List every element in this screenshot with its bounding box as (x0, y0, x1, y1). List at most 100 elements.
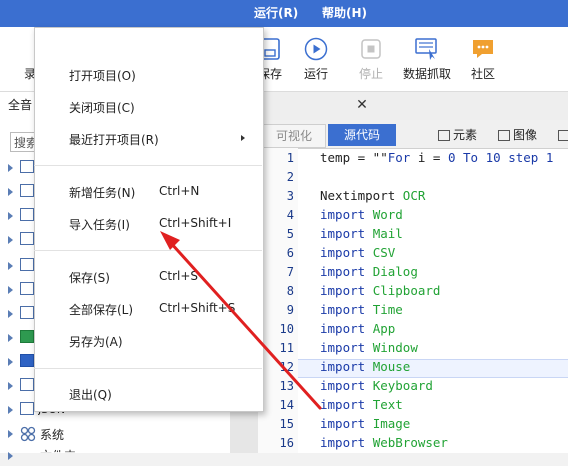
menu-separator (34, 250, 262, 251)
menu-item-close-project[interactable]: 关闭项目(C) (34, 93, 262, 121)
menu-item-import-task[interactable]: 导入任务(I) Ctrl+Shift+I (34, 210, 262, 238)
image-label: 图像 (513, 128, 538, 142)
code-keyword: import (320, 283, 366, 298)
code-line[interactable]: temp = ""For i = 0 To 10 step 1 (320, 150, 553, 165)
element-button[interactable]: 元素 (438, 124, 477, 146)
line-number: 1 (286, 151, 294, 165)
expand-arrow-icon[interactable] (8, 358, 13, 366)
code-line[interactable]: import Dialog (320, 264, 418, 279)
line-number: 7 (286, 265, 294, 279)
code-keyword: import (320, 226, 366, 241)
code-keyword: 10 (485, 150, 501, 165)
code-line[interactable]: import CSV (320, 245, 395, 260)
code-module: Text (372, 397, 403, 412)
expand-arrow-icon[interactable] (8, 164, 13, 172)
more-icon (558, 130, 568, 141)
run-label: 运行 (303, 67, 328, 81)
document-icon (20, 208, 34, 221)
code-line[interactable]: import Mouse (320, 359, 410, 374)
code-line[interactable]: import Mail (320, 226, 403, 241)
menu-help[interactable]: 帮助(H) (322, 0, 367, 27)
menu-run[interactable]: 运行(R) (254, 0, 298, 27)
data-capture-button[interactable]: 数据抓取 (403, 27, 451, 91)
code-line[interactable]: import Word (320, 207, 403, 222)
tab-source[interactable]: 源代码 (328, 124, 396, 146)
menu-item-open-project[interactable]: 打开项目(O) (34, 61, 262, 89)
expand-arrow-icon[interactable] (8, 236, 13, 244)
expand-arrow-icon[interactable] (8, 430, 13, 438)
expand-arrow-icon[interactable] (8, 334, 13, 342)
menu-item-save[interactable]: 保存(S) Ctrl+S (34, 263, 262, 291)
ocr-icon (20, 258, 34, 271)
code-line[interactable]: import WebBrowser (320, 435, 448, 450)
code-module: Window (372, 340, 418, 355)
submenu-arrow-icon (241, 135, 245, 141)
expand-arrow-icon[interactable] (8, 188, 13, 196)
menu-item-label: 另存为(A) (69, 335, 123, 349)
line-number: 4 (286, 208, 294, 222)
menu-shortcut: Ctrl+Shift+S (159, 301, 236, 315)
menu-item-label: 打开项目(O) (69, 69, 136, 83)
code-keyword: To (463, 150, 479, 165)
expand-arrow-icon[interactable] (8, 452, 13, 460)
run-button[interactable]: 运行 (294, 27, 338, 91)
code-module: OCR (402, 188, 426, 203)
community-label: 社区 (470, 67, 495, 81)
window-icon (20, 306, 34, 319)
code-module: Keyboard (372, 378, 433, 393)
code-keyword: import (320, 397, 366, 412)
stop-button[interactable]: 停止 (349, 27, 393, 91)
expand-arrow-icon[interactable] (8, 262, 13, 270)
line-number: 5 (286, 227, 294, 241)
code-keyword: import (320, 359, 366, 374)
code-line[interactable]: import Clipboard (320, 283, 440, 298)
code-text: Nextimport (320, 188, 403, 203)
code-line[interactable]: import Text (320, 397, 403, 412)
menu-item-save-all[interactable]: 全部保存(L) Ctrl+Shift+S (34, 295, 262, 323)
expand-arrow-icon[interactable] (8, 212, 13, 220)
code-line[interactable]: Nextimport OCR (320, 188, 425, 203)
code-module: Image (372, 416, 411, 431)
code-line[interactable]: import Window (320, 340, 418, 355)
menu-item-recent-projects[interactable]: 最近打开项目(R) (34, 125, 262, 153)
expand-arrow-icon[interactable] (8, 382, 13, 390)
code-module: Word (372, 207, 403, 222)
menu-shortcut: Ctrl+N (159, 184, 200, 198)
line-number: 16 (279, 436, 294, 450)
code-module: Mouse (372, 359, 411, 374)
excel-icon (20, 330, 34, 343)
close-icon[interactable]: ✕ (355, 98, 369, 112)
code-line[interactable]: import Time (320, 302, 403, 317)
expand-arrow-icon[interactable] (8, 286, 13, 294)
expand-arrow-icon[interactable] (8, 310, 13, 318)
image-icon (498, 130, 510, 141)
code-line[interactable]: import Image (320, 416, 410, 431)
menu-bar: 运行(R) 帮助(H) (0, 0, 568, 27)
code-line[interactable]: import Keyboard (320, 378, 433, 393)
menu-item-label: 关闭项目(C) (69, 101, 135, 115)
text-file-icon (20, 378, 34, 391)
more-button[interactable] (558, 124, 568, 146)
line-number: 2 (286, 170, 294, 184)
community-button[interactable]: 社区 (461, 27, 505, 91)
line-number: 9 (286, 303, 294, 317)
menu-item-exit[interactable]: 退出(Q) (34, 380, 262, 408)
menu-item-new-task[interactable]: 新增任务(N) Ctrl+N (34, 178, 262, 206)
left-panel-tab[interactable]: 全音 (8, 96, 32, 113)
line-number: 15 (279, 417, 294, 431)
code-keyword: For (387, 150, 411, 165)
tab-visual[interactable]: 可视化 (262, 124, 326, 148)
menu-item-label: 保存(S) (69, 271, 110, 285)
line-number: 13 (279, 379, 294, 393)
image-button[interactable]: 图像 (498, 124, 537, 146)
menu-item-save-as[interactable]: 另存为(A) (34, 327, 262, 355)
code-line[interactable]: import App (320, 321, 395, 336)
expand-arrow-icon[interactable] (8, 406, 13, 414)
code-module: WebBrowser (372, 435, 448, 450)
